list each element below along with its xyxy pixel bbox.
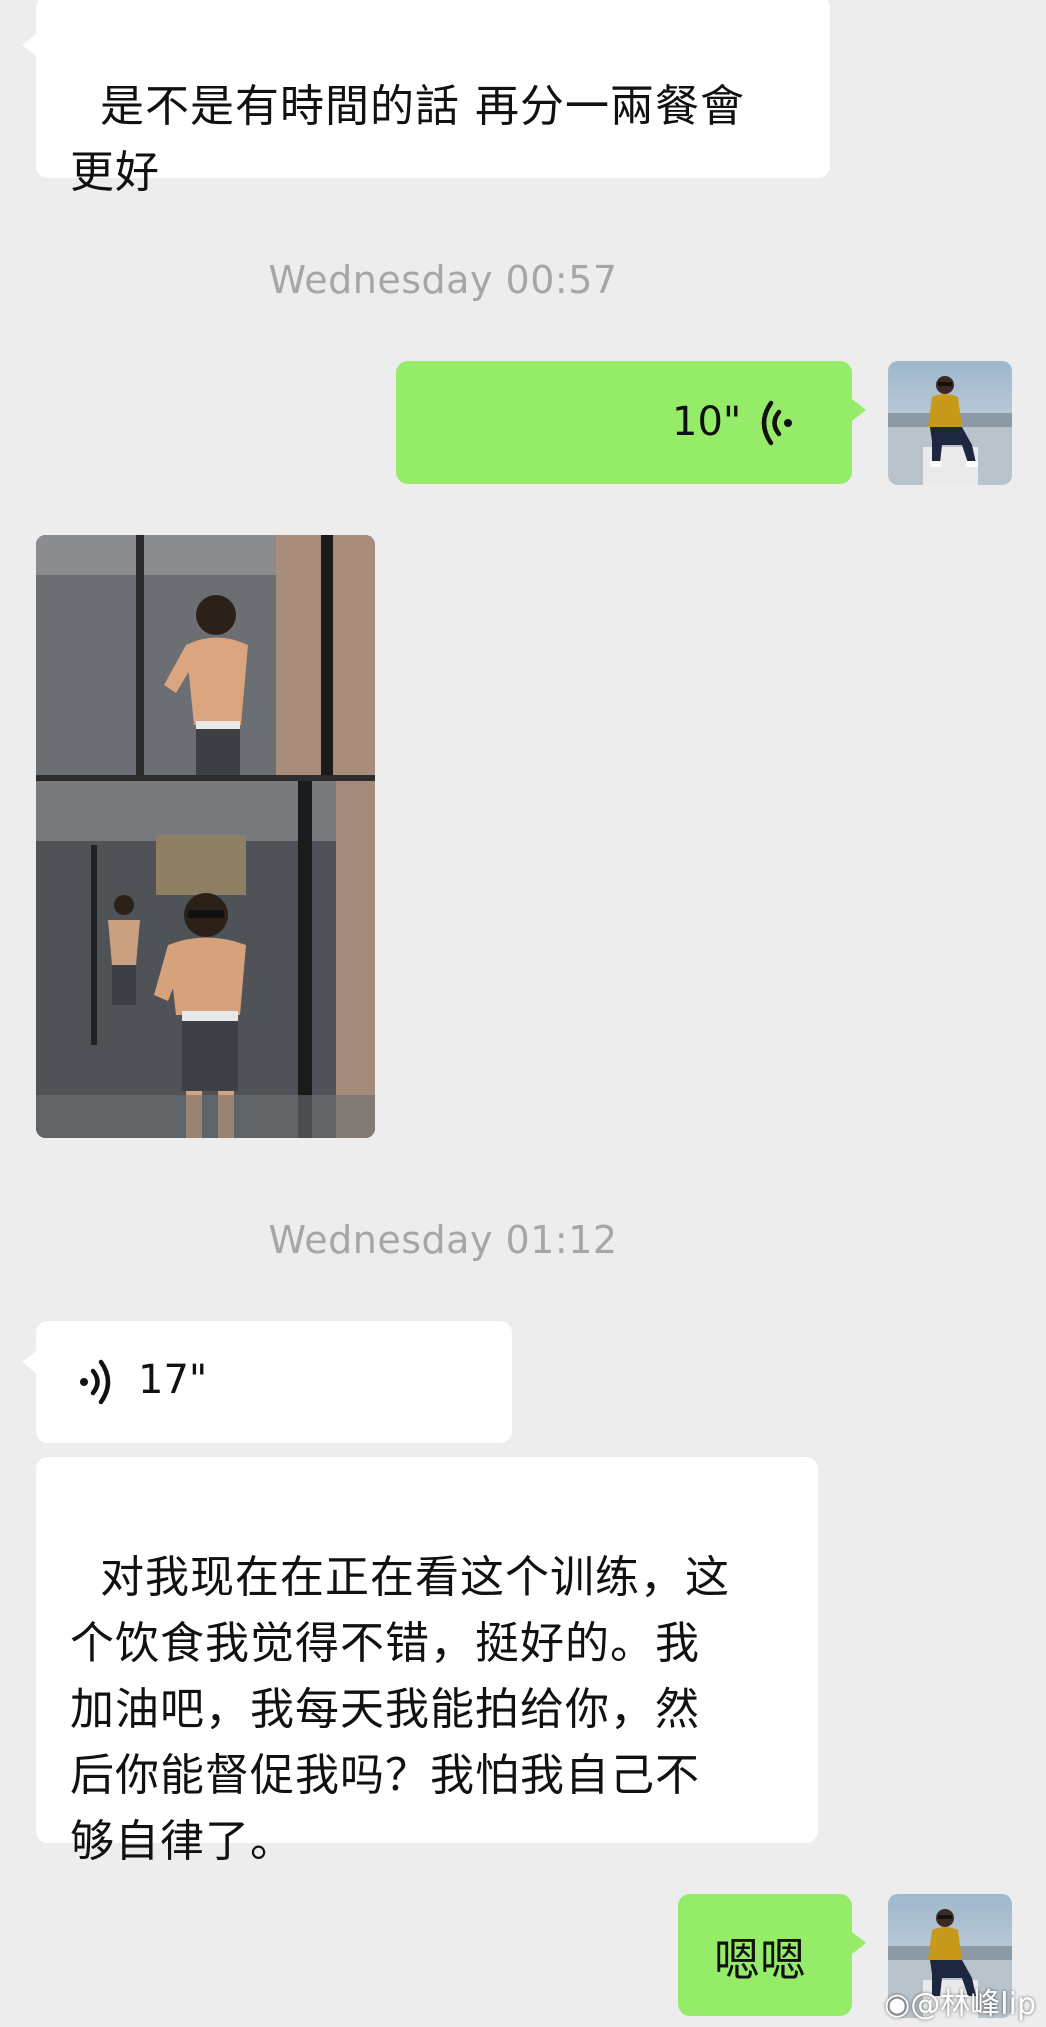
- bubble-tail: [22, 34, 36, 56]
- watermark: ◉@林峰lip: [884, 1979, 1036, 2023]
- message-text: 是不是有時間的話 再分一兩餐會 更好: [70, 81, 745, 198]
- incoming-voice-message[interactable]: 17": [22, 1321, 512, 1443]
- weibo-icon: ◉: [884, 1987, 911, 2022]
- watermark-text: @林峰lip: [910, 1987, 1036, 2022]
- outgoing-voice-message[interactable]: 10": [396, 361, 866, 484]
- outgoing-text-message[interactable]: 嗯嗯: [678, 1894, 866, 2016]
- timestamp: Wednesday 01:12: [268, 1218, 618, 1262]
- avatar-image: [888, 361, 1012, 485]
- incoming-text-message[interactable]: 是不是有時間的話 再分一兩餐會 更好: [36, 0, 830, 198]
- timestamp: Wednesday 00:57: [268, 258, 618, 302]
- incoming-photo-message[interactable]: [36, 535, 375, 1138]
- incoming-text-message[interactable]: 对我现在在正在看这个训练，这 个饮食我觉得不错，挺好的。我 加油吧，我每天我能拍…: [36, 1457, 818, 1867]
- gym-mirror-selfie-image: [36, 535, 375, 1138]
- message-text: 嗯嗯: [714, 1933, 806, 1987]
- message-text: 对我现在在正在看这个训练，这 个饮食我觉得不错，挺好的。我 加油吧，我每天我能拍…: [70, 1552, 730, 1867]
- voice-duration: 17": [138, 1357, 208, 1403]
- voice-duration: 10": [672, 399, 742, 445]
- avatar[interactable]: [888, 361, 1012, 485]
- voice-wave-icon: [761, 400, 792, 446]
- voice-wave-icon: [80, 1359, 111, 1405]
